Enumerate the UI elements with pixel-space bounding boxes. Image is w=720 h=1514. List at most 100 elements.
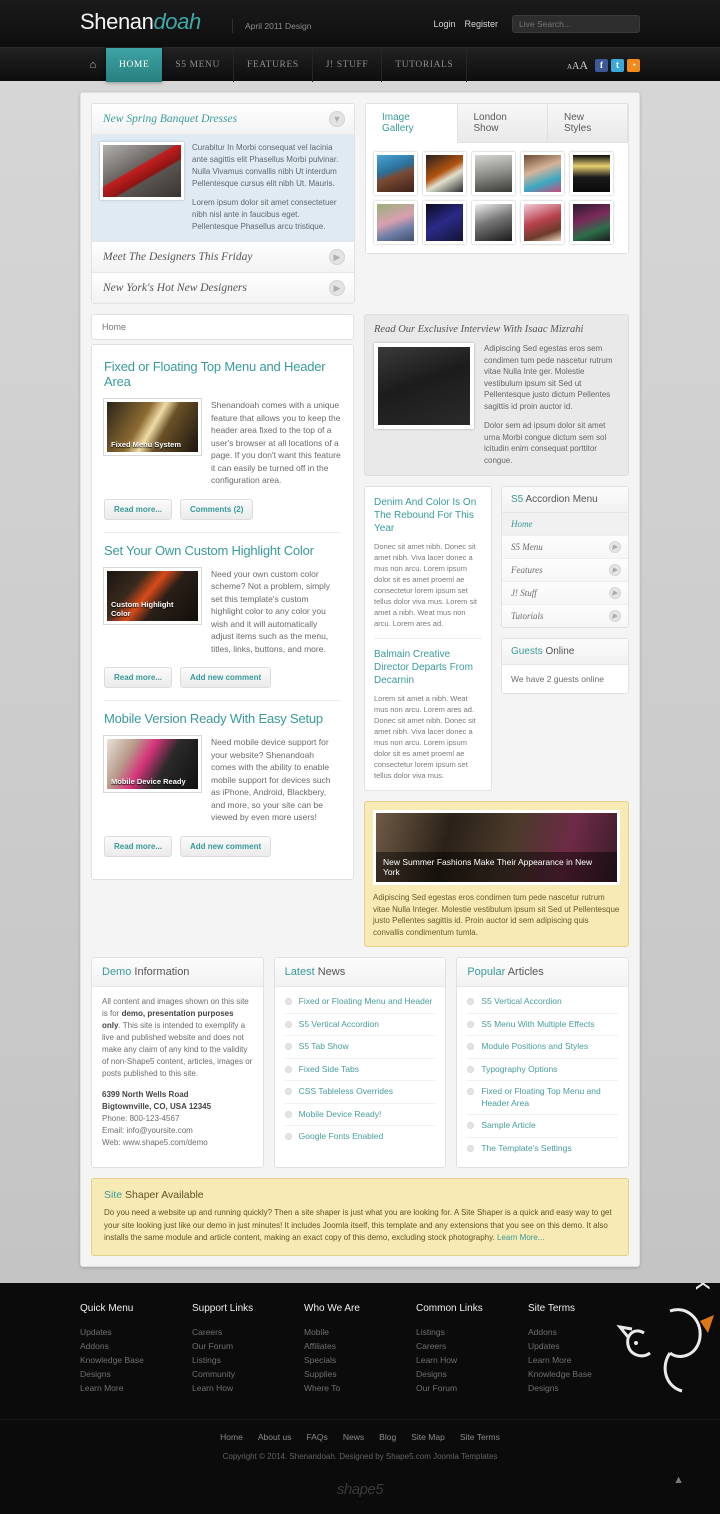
- register-link[interactable]: Register: [464, 19, 498, 29]
- article-title[interactable]: Fixed or Floating Top Menu and Header Ar…: [104, 359, 341, 389]
- chevron-right-icon[interactable]: ▶: [609, 587, 621, 599]
- footer-link[interactable]: Specials: [304, 1353, 416, 1367]
- learn-more-link[interactable]: Learn More...: [497, 1233, 545, 1242]
- read-more-button[interactable]: Read more...: [104, 667, 173, 688]
- footer-link[interactable]: Updates: [528, 1339, 640, 1353]
- list-item[interactable]: S5 Vertical Accordion: [284, 1014, 436, 1036]
- read-more-button[interactable]: Read more...: [104, 835, 173, 857]
- shape5-logo[interactable]: shape5: [0, 1471, 720, 1514]
- facebook-icon[interactable]: f: [595, 58, 608, 72]
- back-to-top-icon[interactable]: ▲: [673, 1474, 684, 1486]
- gallery-thumb[interactable]: [374, 201, 417, 244]
- footer-link[interactable]: Careers: [192, 1325, 304, 1339]
- footer-nav-about[interactable]: About us: [258, 1432, 292, 1442]
- accordion-item[interactable]: New York's Hot New Designers ▶: [92, 273, 354, 303]
- home-icon[interactable]: ⌂: [80, 48, 106, 82]
- list-item[interactable]: Fixed or Floating Top Menu and Header Ar…: [467, 1081, 619, 1115]
- accordion-item[interactable]: New Spring Banquet Dresses ▼ Curabitur I…: [92, 104, 354, 242]
- news-title[interactable]: Balmain Creative Director Departs From D…: [374, 648, 482, 687]
- list-item[interactable]: S5 Vertical Accordion: [467, 991, 619, 1014]
- footer-nav-home[interactable]: Home: [220, 1432, 243, 1442]
- tab-image-gallery[interactable]: Image Gallery: [366, 104, 458, 143]
- footer-link[interactable]: Addons: [80, 1339, 192, 1353]
- article-title[interactable]: Mobile Version Ready With Easy Setup: [104, 711, 341, 726]
- gallery-thumb[interactable]: [472, 201, 515, 244]
- accordion-title[interactable]: New York's Hot New Designers: [92, 273, 354, 303]
- footer-nav-siteterms[interactable]: Site Terms: [460, 1432, 500, 1442]
- list-item[interactable]: Fixed or Floating Menu and Header: [284, 991, 436, 1014]
- footer-link[interactable]: Designs: [528, 1381, 640, 1395]
- footer-link[interactable]: Knowledge Base: [80, 1353, 192, 1367]
- list-item[interactable]: Fixed Side Tabs: [284, 1059, 436, 1081]
- article-title[interactable]: Set Your Own Custom Highlight Color: [104, 543, 341, 558]
- nav-item-j-stuff[interactable]: J! STUFF: [313, 48, 383, 82]
- font-size-controls[interactable]: AAA: [567, 58, 588, 73]
- comments-button[interactable]: Comments (2): [180, 498, 254, 520]
- footer-nav-faqs[interactable]: FAQs: [307, 1432, 328, 1442]
- gallery-thumb[interactable]: [570, 152, 613, 195]
- add-comment-button[interactable]: Add new comment: [180, 667, 272, 688]
- accordion-menu-item-s5-menu[interactable]: S5 Menu ▶: [502, 536, 628, 559]
- list-item[interactable]: The Template's Settings: [467, 1138, 618, 1160]
- footer-link[interactable]: Supplies: [304, 1367, 416, 1381]
- chevron-right-icon[interactable]: ▶: [609, 541, 621, 553]
- footer-nav-blog[interactable]: Blog: [379, 1432, 396, 1442]
- nav-item-features[interactable]: FEATURES: [234, 48, 313, 82]
- list-item[interactable]: Google Fonts Enabled: [284, 1126, 436, 1148]
- list-item[interactable]: S5 Tab Show: [284, 1036, 436, 1059]
- footer-link[interactable]: Designs: [80, 1367, 192, 1381]
- footer-link[interactable]: Listings: [416, 1325, 528, 1339]
- chevron-right-icon[interactable]: ▶: [609, 564, 621, 576]
- accordion-item[interactable]: Meet The Designers This Friday ▶: [92, 242, 354, 273]
- nav-item-tutorials[interactable]: TUTORIALS: [382, 48, 468, 82]
- chevron-right-icon[interactable]: ▶: [329, 249, 345, 265]
- footer-link[interactable]: Updates: [80, 1325, 192, 1339]
- footer-nav-news[interactable]: News: [343, 1432, 364, 1442]
- chevron-right-icon[interactable]: ▶: [329, 280, 345, 296]
- gallery-thumb[interactable]: [423, 152, 466, 195]
- search-input[interactable]: [512, 15, 640, 33]
- gallery-thumb[interactable]: [423, 201, 466, 244]
- footer-link[interactable]: Learn How: [416, 1353, 528, 1367]
- footer-link[interactable]: Mobile: [304, 1325, 416, 1339]
- nav-item-s5-menu[interactable]: S5 MENU: [162, 48, 234, 82]
- tab-new-styles[interactable]: New Styles: [548, 104, 628, 142]
- accordion-menu-item-features[interactable]: Features ▶: [502, 559, 628, 582]
- footer-nav-sitemap[interactable]: Site Map: [411, 1432, 445, 1442]
- footer-link[interactable]: Learn More: [80, 1381, 192, 1395]
- accordion-menu-item-j-stuff[interactable]: J! Stuff ▶: [502, 582, 628, 605]
- footer-link[interactable]: Knowledge Base: [528, 1367, 640, 1381]
- accordion-title[interactable]: New Spring Banquet Dresses: [92, 104, 354, 134]
- site-logo[interactable]: Shenandoah: [80, 9, 201, 35]
- footer-link[interactable]: Listings: [192, 1353, 304, 1367]
- font-size-large[interactable]: A: [579, 58, 588, 72]
- footer-link[interactable]: Where To: [304, 1381, 416, 1395]
- tab-london-show[interactable]: London Show: [458, 104, 548, 142]
- add-comment-button[interactable]: Add new comment: [180, 835, 272, 857]
- footer-link[interactable]: Our Forum: [192, 1339, 304, 1353]
- list-item[interactable]: Typography Options: [467, 1059, 619, 1081]
- login-link[interactable]: Login: [433, 19, 455, 29]
- list-item[interactable]: Mobile Device Ready!: [284, 1104, 436, 1126]
- footer-link[interactable]: Learn How: [192, 1381, 304, 1395]
- news-title[interactable]: Denim And Color Is On The Rebound For Th…: [374, 496, 482, 535]
- gallery-thumb[interactable]: [570, 201, 613, 244]
- chevron-down-icon[interactable]: ▼: [329, 111, 345, 127]
- gallery-thumb[interactable]: [521, 152, 564, 195]
- list-item[interactable]: Sample Article: [467, 1115, 619, 1138]
- footer-link[interactable]: Addons: [528, 1325, 640, 1339]
- footer-link[interactable]: Careers: [416, 1339, 528, 1353]
- list-item[interactable]: Module Positions and Styles: [467, 1036, 619, 1059]
- accordion-title[interactable]: Meet The Designers This Friday: [92, 242, 354, 272]
- read-more-button[interactable]: Read more...: [104, 498, 173, 520]
- accordion-menu-item-tutorials[interactable]: Tutorials ▶: [502, 605, 628, 627]
- nav-item-home[interactable]: HOME: [106, 48, 163, 82]
- chevron-right-icon[interactable]: ▶: [609, 610, 621, 622]
- footer-link[interactable]: Affiliates: [304, 1339, 416, 1353]
- accordion-menu-item-home[interactable]: Home: [502, 513, 628, 536]
- twitter-icon[interactable]: t: [611, 58, 624, 72]
- list-item[interactable]: S5 Menu With Multiple Effects: [467, 1014, 619, 1036]
- gallery-thumb[interactable]: [521, 201, 564, 244]
- footer-link[interactable]: Designs: [416, 1367, 528, 1381]
- footer-link[interactable]: Community: [192, 1367, 304, 1381]
